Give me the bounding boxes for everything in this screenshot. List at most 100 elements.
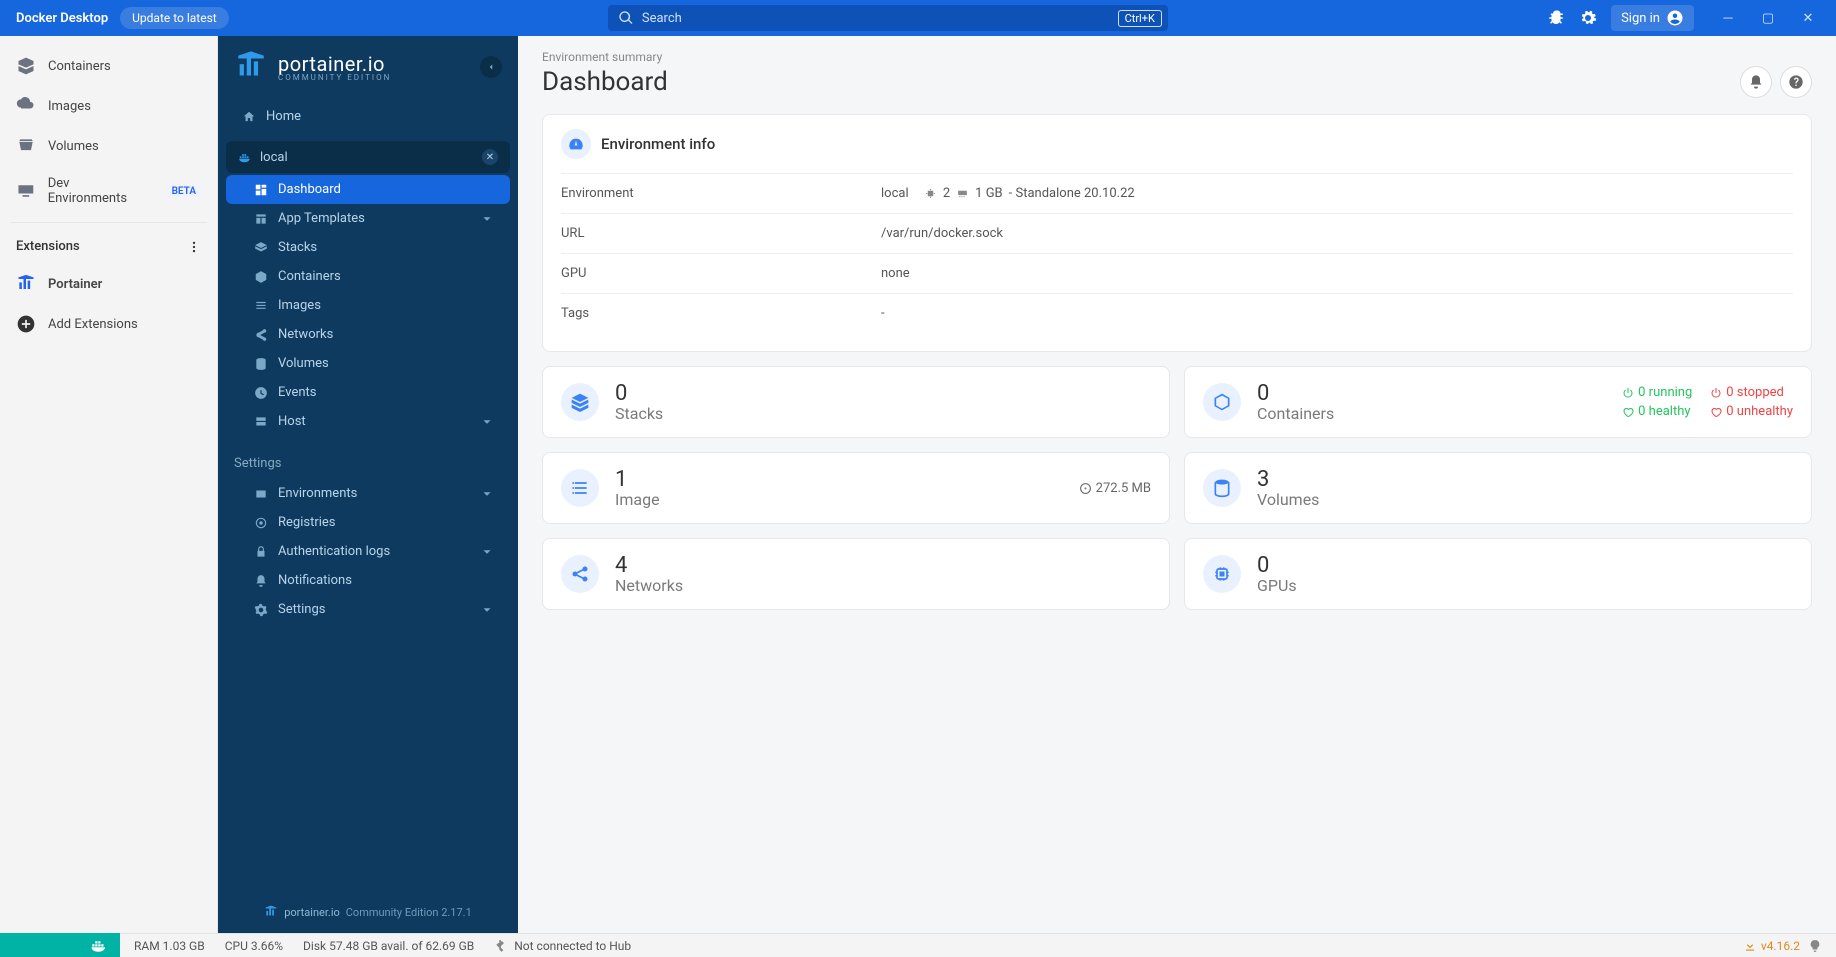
chevron-left-icon bbox=[486, 62, 496, 72]
sidebar-item-volumes[interactable]: Volumes bbox=[0, 126, 217, 166]
tile-label: Image bbox=[615, 490, 660, 509]
chevron-down-icon bbox=[480, 545, 494, 559]
share-icon bbox=[254, 328, 268, 342]
sidebar-item-host[interactable]: Host bbox=[226, 407, 510, 436]
sidebar-item-stacks[interactable]: Stacks bbox=[226, 233, 510, 262]
info-row-tags: Tags - bbox=[561, 294, 1793, 333]
portainer-icon bbox=[16, 274, 36, 294]
tile-containers[interactable]: 0 Containers 0 running 0 stopped 0 healt… bbox=[1184, 366, 1812, 438]
sidebar-item-auth-logs[interactable]: Authentication logs bbox=[226, 537, 510, 566]
list-icon bbox=[254, 299, 268, 313]
database-icon bbox=[254, 357, 268, 371]
sidebar-item-registries[interactable]: Registries bbox=[226, 508, 510, 537]
tile-label: Networks bbox=[615, 576, 683, 595]
sidebar-label: Registries bbox=[278, 515, 336, 530]
docker-small-icon bbox=[238, 150, 252, 164]
devenv-icon bbox=[16, 181, 36, 201]
tile-networks[interactable]: 4 Networks bbox=[542, 538, 1170, 610]
images-icon bbox=[16, 96, 36, 116]
stat-stopped: 0 stopped bbox=[1710, 385, 1793, 400]
power-icon bbox=[1622, 387, 1634, 399]
info-value: none bbox=[881, 266, 910, 281]
status-ram: RAM 1.03 GB bbox=[134, 939, 205, 953]
sidebar-item-containers[interactable]: Containers bbox=[0, 46, 217, 86]
tile-stacks[interactable]: 0 Stacks bbox=[542, 366, 1170, 438]
menu-icon[interactable] bbox=[187, 240, 201, 254]
beta-badge: BETA bbox=[167, 185, 201, 198]
extensions-header: Extensions bbox=[0, 229, 217, 264]
stat-unhealthy: 0 unhealthy bbox=[1710, 404, 1793, 419]
tile-volumes[interactable]: 3 Volumes bbox=[1184, 452, 1812, 524]
info-label: Environment bbox=[561, 186, 881, 201]
sidebar-collapse-button[interactable] bbox=[480, 56, 502, 78]
chip-icon bbox=[1212, 564, 1232, 584]
window-close[interactable]: ✕ bbox=[1788, 0, 1828, 36]
info-row-url: URL /var/run/docker.sock bbox=[561, 214, 1793, 254]
bug-icon[interactable] bbox=[1547, 9, 1565, 27]
window-maximize[interactable]: ▢ bbox=[1748, 0, 1788, 36]
tile-images[interactable]: 1 Image 272.5 MB bbox=[542, 452, 1170, 524]
chevron-down-icon bbox=[480, 487, 494, 501]
divider bbox=[10, 222, 207, 223]
stat-healthy: 0 healthy bbox=[1622, 404, 1692, 419]
gauge-icon bbox=[561, 129, 591, 159]
window-minimize[interactable]: ─ bbox=[1708, 0, 1748, 36]
environment-selector[interactable]: local ✕ bbox=[226, 141, 510, 173]
settings-section-label: Settings bbox=[218, 436, 518, 479]
sidebar-label: Containers bbox=[48, 59, 111, 74]
sidebar-item-volumes[interactable]: Volumes bbox=[226, 349, 510, 378]
gear-icon[interactable] bbox=[1579, 9, 1597, 27]
sidebar-item-home[interactable]: Home bbox=[226, 102, 510, 131]
sidebar-item-environments[interactable]: Environments bbox=[226, 479, 510, 508]
info-label: GPU bbox=[561, 266, 881, 281]
bell-icon bbox=[254, 574, 268, 588]
sidebar-item-dashboard[interactable]: Dashboard bbox=[226, 175, 510, 204]
help-button[interactable] bbox=[1780, 66, 1812, 98]
sidebar-label: Portainer bbox=[48, 277, 102, 292]
sidebar-item-events[interactable]: Events bbox=[226, 378, 510, 407]
sidebar-item-images[interactable]: Images bbox=[0, 86, 217, 126]
search-shortcut: Ctrl+K bbox=[1118, 10, 1162, 27]
radio-icon bbox=[254, 516, 268, 530]
footer-version: Community Edition 2.17.1 bbox=[346, 906, 472, 919]
info-row-environment: Environment local 2 1 GB - Standalone 20… bbox=[561, 174, 1793, 214]
sidebar-label: Dashboard bbox=[278, 182, 341, 197]
sidebar-label: Events bbox=[278, 385, 316, 400]
sidebar-item-notifications[interactable]: Notifications bbox=[226, 566, 510, 595]
search-input[interactable]: Search Ctrl+K bbox=[608, 5, 1168, 31]
hdd-icon bbox=[254, 487, 268, 501]
sidebar-item-dev-environments[interactable]: Dev Environments BETA bbox=[0, 166, 217, 216]
update-button[interactable]: Update to latest bbox=[120, 7, 229, 29]
sidebar-item-app-templates[interactable]: App Templates bbox=[226, 204, 510, 233]
notifications-button[interactable] bbox=[1740, 66, 1772, 98]
sidebar-item-containers[interactable]: Containers bbox=[226, 262, 510, 291]
sidebar-item-networks[interactable]: Networks bbox=[226, 320, 510, 349]
portainer-small-icon bbox=[264, 905, 278, 919]
version-indicator[interactable]: v4.16.2 bbox=[1743, 939, 1800, 953]
sidebar-item-portainer[interactable]: Portainer bbox=[0, 264, 217, 304]
info-label: URL bbox=[561, 226, 881, 241]
stacks-icon bbox=[254, 241, 268, 255]
sidebar-label: Containers bbox=[278, 269, 341, 284]
feedback-icon[interactable] bbox=[1808, 939, 1822, 953]
plug-icon bbox=[494, 939, 508, 953]
titlebar: Docker Desktop Update to latest Search C… bbox=[0, 0, 1836, 36]
sidebar-item-settings[interactable]: Settings bbox=[226, 595, 510, 624]
env-cpu-value: 2 bbox=[943, 186, 950, 201]
dashboard-icon bbox=[254, 183, 268, 197]
signin-button[interactable]: Sign in bbox=[1611, 5, 1694, 31]
box-icon bbox=[254, 270, 268, 284]
docker-engine-status[interactable] bbox=[0, 933, 120, 957]
cpu-icon bbox=[924, 187, 937, 200]
gear-icon bbox=[254, 603, 268, 617]
sidebar-label: Volumes bbox=[278, 356, 329, 371]
sidebar-label: Authentication logs bbox=[278, 544, 390, 559]
tile-gpus[interactable]: 0 GPUs bbox=[1184, 538, 1812, 610]
list-icon bbox=[570, 478, 590, 498]
signin-label: Sign in bbox=[1621, 11, 1660, 26]
env-close-button[interactable]: ✕ bbox=[482, 149, 498, 165]
containers-icon bbox=[16, 56, 36, 76]
sidebar-item-images[interactable]: Images bbox=[226, 291, 510, 320]
add-extensions-button[interactable]: Add Extensions bbox=[0, 304, 217, 344]
tile-label: GPUs bbox=[1257, 576, 1297, 595]
